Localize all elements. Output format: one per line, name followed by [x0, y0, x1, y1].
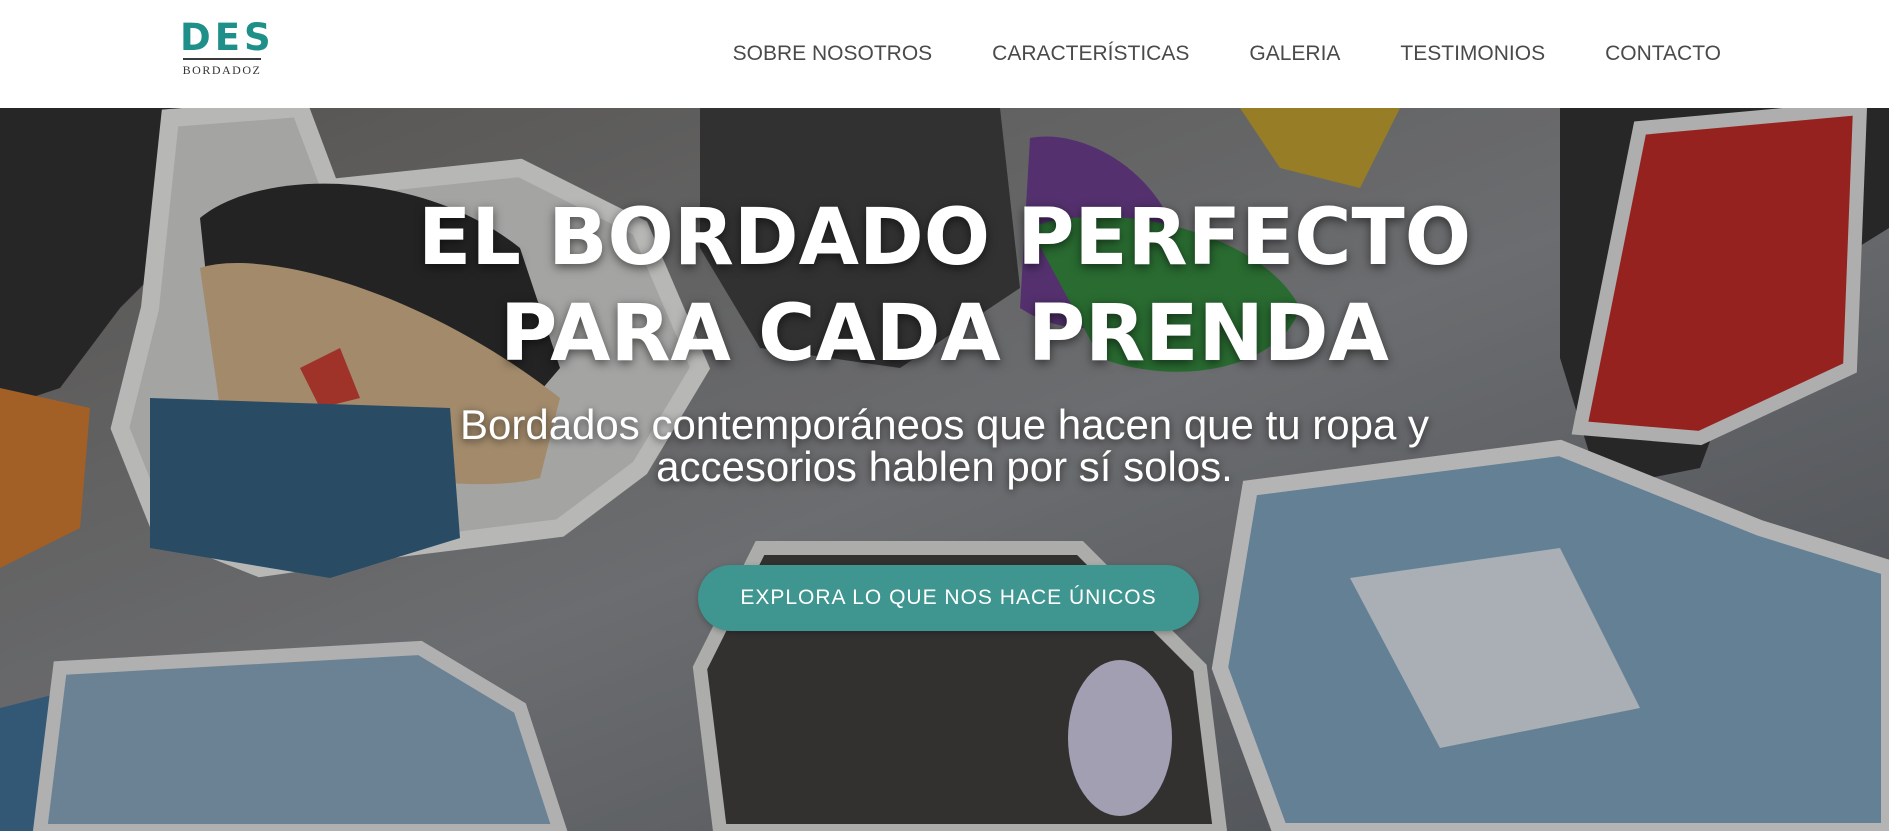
- hero-section: EL BORDADO PERFECTO PARA CADA PRENDA Bor…: [0, 108, 1889, 831]
- nav-item-contacto[interactable]: CONTACTO: [1605, 42, 1721, 66]
- hero-subtitle-line-2: accesorios hablen por sí solos.: [656, 443, 1233, 490]
- hero-subtitle: Bordados contemporáneos que hacen que tu…: [0, 404, 1889, 488]
- hero-title: EL BORDADO PERFECTO PARA CADA PRENDA: [0, 190, 1889, 382]
- logo-subtitle: BORDADOZ: [182, 63, 262, 77]
- logo-mark: DES: [180, 16, 275, 59]
- nav-item-caracteristicas[interactable]: CARACTERÍSTICAS: [992, 42, 1189, 66]
- main-nav: SOBRE NOSOTROS CARACTERÍSTICAS GALERIA T…: [733, 0, 1721, 108]
- nav-item-testimonios[interactable]: TESTIMONIOS: [1400, 42, 1545, 66]
- nav-item-galeria[interactable]: GALERIA: [1249, 42, 1340, 66]
- hero-title-line-1: EL BORDADO PERFECTO: [417, 193, 1472, 283]
- cta-button[interactable]: EXPLORA LO QUE NOS HACE ÚNICOS: [698, 565, 1199, 631]
- hero-subtitle-line-1: Bordados contemporáneos que hacen que tu…: [459, 401, 1429, 448]
- hero-title-line-2: PARA CADA PRENDA: [500, 289, 1389, 379]
- brand-logo[interactable]: DES BORDADOZ: [180, 16, 275, 82]
- site-header: DES BORDADOZ SOBRE NOSOTROS CARACTERÍSTI…: [0, 0, 1889, 108]
- nav-item-sobre-nosotros[interactable]: SOBRE NOSOTROS: [733, 42, 933, 66]
